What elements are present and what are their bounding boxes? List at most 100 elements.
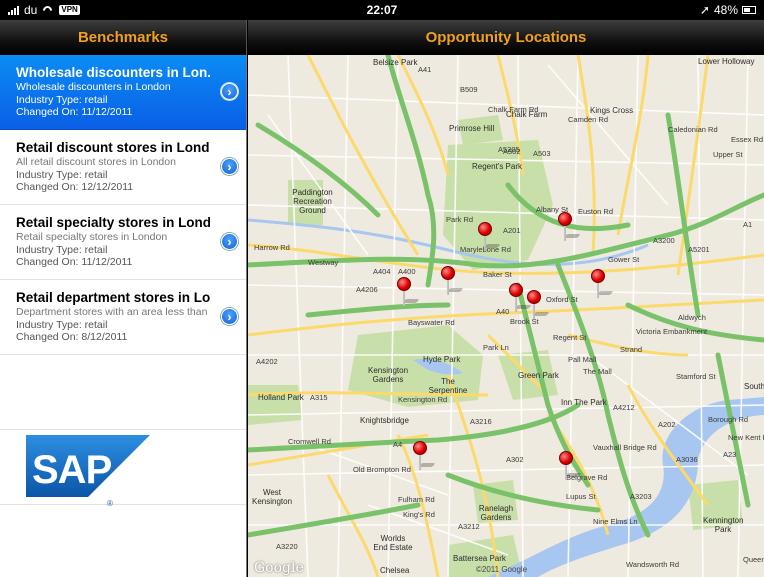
- benchmark-industry: Industry Type: retail: [16, 243, 108, 256]
- map-area-label: Kings Cross: [590, 106, 634, 115]
- map-area-label: Primrose Hill: [449, 124, 495, 133]
- benchmark-changed: Changed On: 11/12/2011: [16, 256, 133, 268]
- map-area-label: Paddington Recreation Ground: [292, 188, 333, 215]
- map-road-label: Chalk Farm Rd: [488, 105, 539, 114]
- map-road-label: Euston Rd: [578, 207, 614, 216]
- map-area-label: Worlds End Estate: [373, 534, 413, 552]
- map-road-label: A4206: [356, 285, 378, 294]
- benchmark-description: Department stores with an area less than: [16, 306, 208, 318]
- map-road-label: A3216: [470, 417, 492, 426]
- map-road-label: Regent St: [553, 333, 587, 342]
- benchmark-item[interactable]: Retail specialty stores in Lond... Retai…: [0, 205, 246, 280]
- benchmark-changed: Changed On: 12/12/2011: [16, 181, 134, 193]
- map-pin[interactable]: [509, 283, 532, 313]
- map-road-label: Baker St: [483, 270, 512, 279]
- map-pin[interactable]: [413, 441, 436, 471]
- benchmark-changed: Changed On: 11/12/2011: [16, 106, 133, 118]
- status-right: ➚ 48%: [700, 3, 756, 17]
- benchmark-title: Retail specialty stores in Lond...: [16, 215, 210, 230]
- map-road-label: Fulham Rd: [398, 495, 435, 504]
- map-road-label: A1: [743, 220, 753, 229]
- opportunity-map[interactable]: Belsize Park Lower Holloway Chalk Farm K…: [248, 55, 764, 577]
- benchmark-description: Wholesale discounters in London: [16, 81, 171, 93]
- registered-mark: ®: [107, 499, 113, 508]
- map-road-label: New Kent Rd: [728, 433, 764, 442]
- map-road-label: Aldwych: [678, 313, 706, 322]
- benchmark-item[interactable]: Wholesale discounters in Lon... Wholesal…: [0, 55, 246, 130]
- map-road-label: Cromwell Rd: [288, 437, 331, 446]
- map-road-label: Pall Mall: [568, 355, 597, 364]
- benchmarks-list: Wholesale discounters in Lon... Wholesal…: [0, 55, 247, 577]
- map-pin[interactable]: [441, 266, 464, 296]
- map-road-label: A23: [723, 450, 737, 459]
- benchmark-title: Retail discount stores in Lond...: [16, 140, 210, 155]
- map-road-label: Essex Rd: [731, 135, 764, 144]
- map-road-label: Camden Rd: [568, 115, 609, 124]
- map-road-label: Caledonian Rd: [668, 125, 718, 134]
- map-pin[interactable]: [397, 277, 420, 307]
- map-road-label: A5201: [688, 245, 710, 254]
- map-road-label: A3200: [653, 236, 675, 245]
- map-road-label: Gower St: [608, 255, 640, 264]
- battery-percent: 48%: [713, 3, 738, 17]
- map-road-label: A302: [506, 455, 524, 464]
- map-road-label: Stamford St: [676, 372, 716, 381]
- map-area-label: Belsize Park: [373, 58, 418, 67]
- map-area-label: Kensington Gardens: [368, 366, 409, 384]
- sap-logo: SAP: [26, 435, 150, 497]
- map-road-label: Park Ln: [483, 343, 509, 352]
- benchmark-item[interactable]: Retail department stores in Lo... Depart…: [0, 280, 246, 355]
- disclosure-chevron-icon[interactable]: ›: [221, 233, 238, 250]
- map-title: Opportunity Locations: [425, 29, 587, 46]
- map-area-label: Hyde Park: [423, 355, 461, 364]
- map-road-label: Borough Rd: [708, 415, 749, 424]
- map-pin[interactable]: [558, 212, 581, 242]
- map-pin[interactable]: [559, 451, 582, 481]
- map-road-label: A5205: [498, 145, 520, 154]
- status-bar: du VPN 22:07 ➚ 48%: [0, 0, 764, 20]
- map-pin[interactable]: [527, 290, 550, 320]
- map-road-label: A404: [373, 267, 391, 276]
- map-area-label: Lower Holloway: [698, 57, 755, 66]
- map-road-label: Harrow Rd: [254, 243, 290, 252]
- map-road-label: Oxford St: [546, 295, 578, 304]
- map-road-label: Wandsworth Rd: [626, 560, 680, 569]
- disclosure-chevron-icon[interactable]: ›: [221, 158, 238, 175]
- map-road-label: A201: [503, 226, 521, 235]
- location-arrow-icon: ➚: [699, 3, 710, 17]
- disclosure-chevron-icon[interactable]: ›: [221, 83, 238, 100]
- disclosure-chevron-icon[interactable]: ›: [221, 308, 238, 325]
- map-area-label: Kennington Park: [703, 516, 744, 534]
- map-area-label: Battersea Park: [453, 554, 506, 563]
- map-road-label: Westway: [308, 258, 339, 267]
- map-road-label: King's Rd: [403, 510, 435, 519]
- map-road-label: A3212: [458, 522, 480, 531]
- benchmarks-title: Benchmarks: [77, 29, 169, 46]
- map-area-label: The Serpentine: [428, 377, 468, 395]
- map-area-label: Inn The Park: [561, 398, 607, 407]
- map-road-label: A4212: [613, 403, 635, 412]
- map-road-label: A202: [658, 420, 676, 429]
- map-pin[interactable]: [591, 269, 614, 299]
- benchmarks-header: Benchmarks: [0, 20, 247, 55]
- benchmark-changed: Changed On: 8/12/2011: [16, 331, 128, 343]
- empty-row: [0, 355, 246, 430]
- map-area-label: Holland Park: [258, 393, 304, 402]
- map-pin[interactable]: [478, 222, 501, 252]
- map-road-label: A3203: [630, 492, 652, 501]
- map-header: Opportunity Locations: [248, 20, 764, 55]
- map-road-label: Nine Elms Ln: [593, 517, 638, 526]
- benchmark-item[interactable]: Retail discount stores in Lond... All re…: [0, 130, 246, 205]
- map-road-label: Vauxhall Bridge Rd: [593, 443, 657, 452]
- google-attribution: Google: [254, 560, 304, 576]
- map-road-label: Upper St: [713, 150, 743, 159]
- benchmark-industry: Industry Type: retail: [16, 168, 108, 181]
- map-road-label: A503: [533, 149, 551, 158]
- map-road-label: Bayswater Rd: [408, 318, 455, 327]
- benchmark-description: Retail specialty stores in London: [16, 231, 168, 243]
- benchmark-industry: Industry Type: retail: [16, 318, 108, 331]
- map-area-label: Green Park: [518, 371, 559, 380]
- map-road-label: Lupus St: [566, 492, 596, 501]
- map-area-label: Ranelagh Gardens: [478, 504, 514, 522]
- map-area-label: South: [744, 382, 764, 391]
